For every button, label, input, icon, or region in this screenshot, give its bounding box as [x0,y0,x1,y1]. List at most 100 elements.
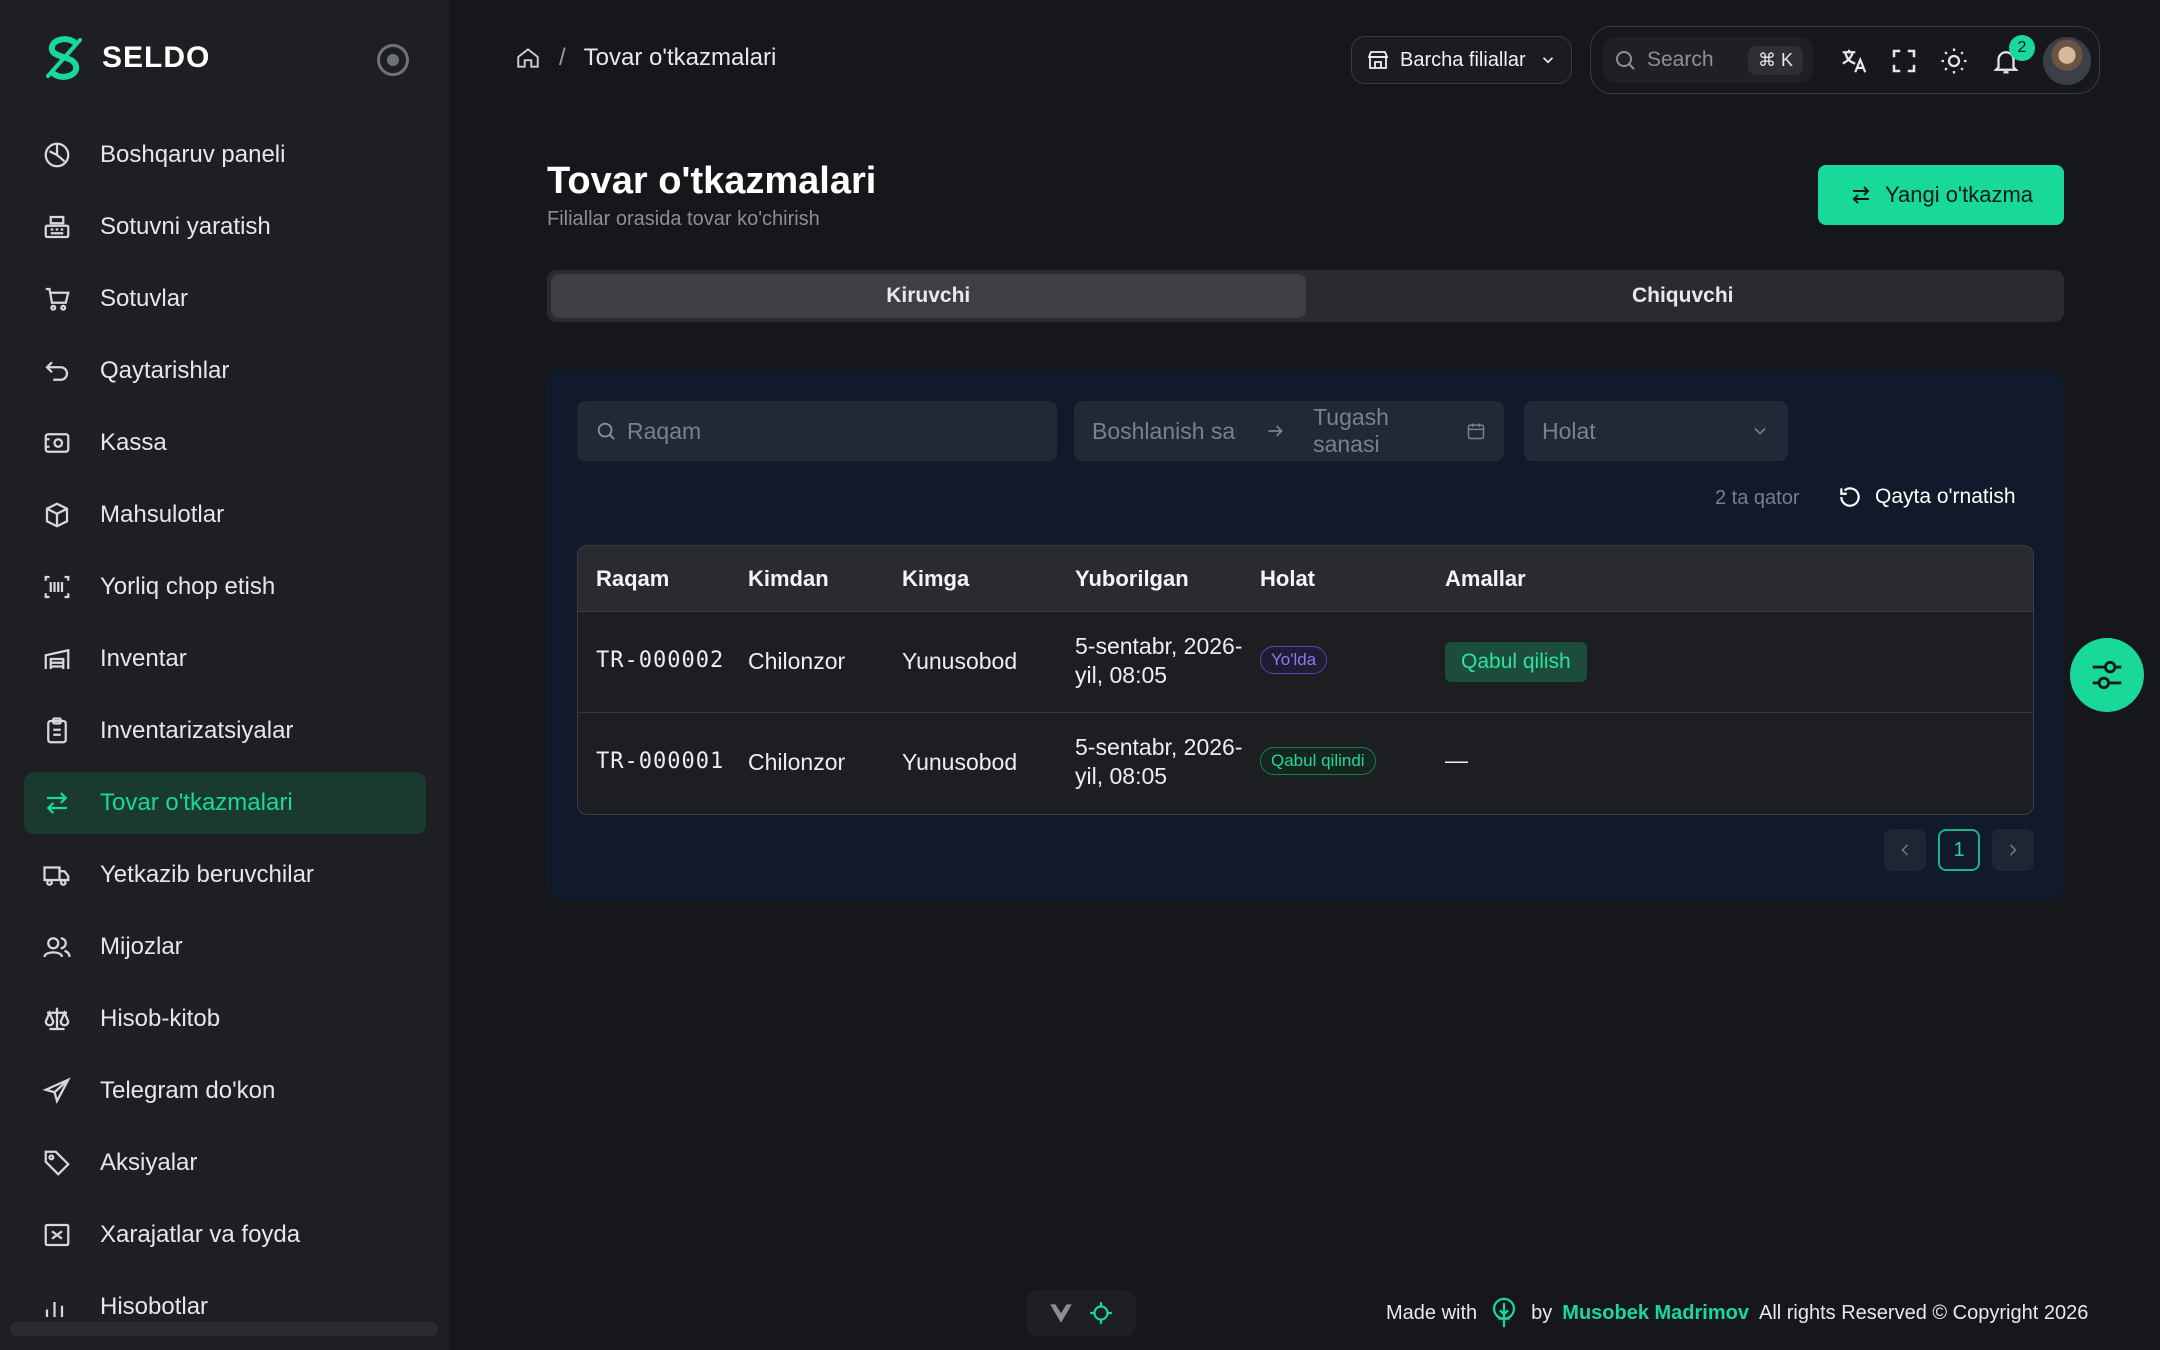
reset-filters-button[interactable]: Qayta o'rnatish [1837,484,2016,510]
translate-icon[interactable] [1839,46,1869,76]
new-transfer-button[interactable]: Yangi o'tkazma [1818,165,2064,225]
cash-register-icon [44,215,70,239]
cell-sent-line1: 5-sentabr, 2026- [1075,734,1243,760]
telegram-icon [42,1077,71,1104]
theme-sun-icon[interactable] [1939,46,1969,76]
reset-filters-label: Qayta o'rnatish [1875,485,2016,508]
tag-icon [44,1150,70,1176]
customizer-fab-button[interactable] [2070,638,2144,712]
accept-transfer-button[interactable]: Qabul qilish [1445,642,1587,682]
sidebar: SELDO Boshqaruv paneli Sotuvni yaratish … [0,0,450,1350]
cell-sent-line1: 5-sentabr, 2026- [1075,633,1243,659]
warehouse-icon [44,648,70,669]
sidebar-item-accounting[interactable]: Hisob-kitob [24,988,426,1050]
status-select-placeholder: Holat [1542,417,1596,444]
chevron-left-icon [1901,844,1909,856]
table-row[interactable]: TR-000002 Chilonzor Yunusobod 5-sentabr,… [578,612,2033,713]
cell-sent: 5-sentabr, 2026- yil, 08:05 [1075,632,1275,690]
brand[interactable]: SELDO [40,34,210,82]
sidebar-item-label-print[interactable]: Yorliq chop etish [24,556,426,618]
truck-icon [43,866,70,886]
home-icon[interactable] [515,45,541,71]
sidebar-item-label: Hisob-kitob [100,1005,221,1032]
sidebar-item-promotions[interactable]: Aksiyalar [24,1132,426,1194]
sidebar-item-sales[interactable]: Sotuvlar [24,268,426,330]
chevron-down-icon [1542,57,1554,64]
sidebar-scrollbar[interactable] [10,1322,438,1336]
sidebar-item-telegram-shop[interactable]: Telegram do'kon [24,1060,426,1122]
cart-icon [45,287,70,311]
tab-outgoing[interactable]: Chiquvchi [1306,274,2061,318]
sidebar-collapse-button[interactable] [377,44,409,76]
cell-sent: 5-sentabr, 2026- yil, 08:05 [1075,733,1275,791]
global-search[interactable]: Search ⌘ K [1603,37,1813,83]
sidebar-item-expenses[interactable]: Xarajatlar va foyda [24,1204,426,1266]
sidebar-item-inventory[interactable]: Inventar [24,628,426,690]
column-header-from[interactable]: Kimdan [748,566,829,592]
end-date-placeholder[interactable]: Tugash sanasi [1313,404,1448,458]
sidebar-item-returns[interactable]: Qaytarishlar [24,340,426,402]
breadcrumb: / Tovar o'tkazmalari [515,44,776,72]
footer-made-with: Made with [1386,1301,1478,1324]
table-row[interactable]: TR-000001 Chilonzor Yunusobod 5-sentabr,… [578,713,2033,814]
search-placeholder: Search [1647,48,1714,71]
status-badge: Yo'lda [1260,646,1328,674]
column-header-to[interactable]: Kimga [902,566,969,592]
start-date-placeholder[interactable]: Boshlanish sana [1092,418,1237,445]
transfers-table: Raqam Kimdan Kimga Yuborilgan Holat Amal… [577,545,2034,815]
date-range-picker[interactable]: Boshlanish sana Tugash sanasi [1074,401,1504,461]
sidebar-item-transfers[interactable]: Tovar o'tkazmalari [24,772,426,834]
record-dot-icon [387,54,399,66]
sidebar-item-stocktakes[interactable]: Inventarizatsiyalar [24,700,426,762]
sidebar-item-label: Mahsulotlar [100,501,225,528]
transfer-icon [1852,186,1870,204]
sidebar-item-label: Tovar o'tkazmalari [100,789,293,816]
footer-by: by [1531,1301,1553,1324]
brand-name: SELDO [102,41,211,74]
pagination-page-button[interactable]: 1 [1938,829,1980,871]
branch-select[interactable]: Barcha filiallar [1351,36,1572,84]
fullscreen-icon[interactable] [1889,46,1919,76]
sidebar-item-label: Xarajatlar va foyda [100,1221,301,1248]
sidebar-item-suppliers[interactable]: Yetkazib beruvchilar [24,844,426,906]
footer-author-link[interactable]: Musobek Madrimov [1562,1302,1749,1325]
sidebar-item-label: Hisobotlar [100,1293,209,1320]
sidebar-item-cashbox[interactable]: Kassa [24,412,426,474]
new-transfer-label: Yangi o'tkazma [1884,182,2034,207]
barcode-icon [44,575,70,599]
inspect-target-icon[interactable] [1088,1300,1114,1326]
transfer-icon [46,792,68,814]
cashbox-icon [44,433,70,453]
chevron-right-icon [2009,844,2017,856]
number-search-input[interactable]: Raqam [577,401,1057,461]
column-header-sent[interactable]: Yuborilgan [1075,566,1189,592]
sidebar-item-create-sale[interactable]: Sotuvni yaratish [24,196,426,258]
number-search-placeholder: Raqam [627,417,702,444]
arrow-right-icon [1268,425,1283,437]
search-icon [1616,51,1635,70]
status-badge: Qabul qilindi [1260,747,1376,775]
column-header-number[interactable]: Raqam [596,566,669,592]
expense-icon [44,1223,70,1247]
sidebar-item-label: Yetkazib beruvchilar [100,861,314,888]
table-header: Raqam Kimdan Kimga Yuborilgan Holat Amal… [578,546,2033,612]
user-avatar[interactable] [2043,37,2091,85]
sidebar-item-customers[interactable]: Mijozlar [24,916,426,978]
cell-from: Chilonzor [748,648,846,674]
box-icon [45,502,69,528]
scale-icon [44,1007,70,1031]
vue-logo-icon[interactable] [1048,1300,1074,1326]
users-icon [43,937,71,958]
pagination-next-button[interactable] [1992,829,2034,871]
cell-to: Yunusobod [902,648,1018,674]
transfer-tabs: Kiruvchi Chiquvchi [547,270,2064,322]
status-select[interactable]: Holat [1524,401,1788,461]
sidebar-item-dashboard[interactable]: Boshqaruv paneli [24,124,426,186]
transfers-card: Raqam Boshlanish sana Tugash sanasi Hola… [547,370,2064,900]
tab-incoming[interactable]: Kiruvchi [551,274,1306,318]
pagination-prev-button[interactable] [1884,829,1926,871]
dashboard-icon [44,142,70,168]
sidebar-item-products[interactable]: Mahsulotlar [24,484,426,546]
column-header-status[interactable]: Holat [1260,566,1315,592]
sidebar-item-label: Qaytarishlar [100,357,230,384]
